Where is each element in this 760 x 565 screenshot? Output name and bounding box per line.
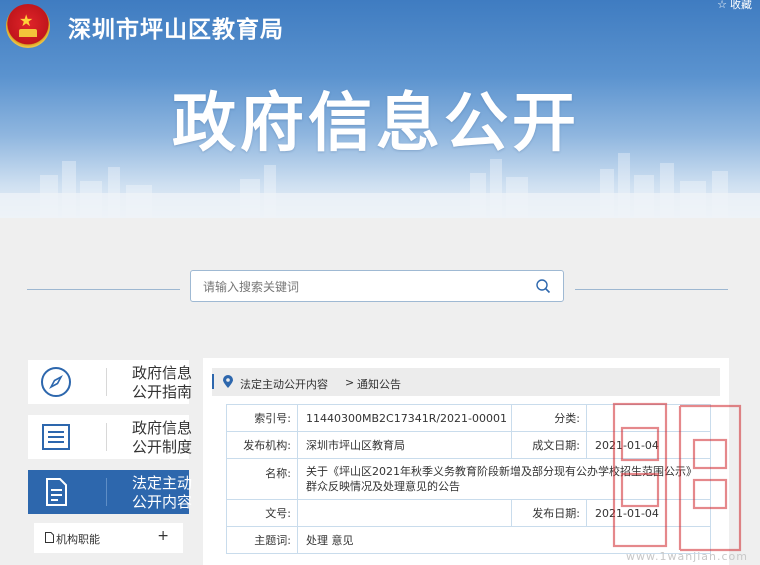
favorite-link[interactable]: ☆ 收藏	[717, 0, 752, 12]
breadcrumb: 法定主动公开内容 > 通知公告	[212, 368, 720, 396]
sidebar-item-label: 法定主动 公开内容	[132, 474, 193, 511]
sidebar-divider	[106, 478, 107, 506]
sidebar-item-label: 政府信息 公开指南	[132, 364, 193, 401]
list-document-icon	[42, 424, 70, 450]
expand-icon[interactable]: +	[157, 528, 169, 544]
search-divider-left	[27, 289, 180, 290]
watermark-logo: www.1wanjian.com	[612, 402, 748, 563]
index-no-value: 11440300MB2C17341R/2021-00001	[297, 404, 512, 432]
sidebar-item-statutory-content[interactable]: 法定主动 公开内容	[28, 470, 193, 514]
breadcrumb-item-statutory-content[interactable]: 法定主动公开内容	[240, 376, 328, 392]
keywords-label: 主题词:	[226, 526, 298, 554]
doc-no-label: 文号:	[226, 499, 298, 527]
site-title[interactable]: 深圳市坪山区教育局	[68, 10, 284, 44]
search-box	[190, 270, 564, 302]
sidebar-divider	[106, 368, 107, 396]
document-icon	[45, 532, 54, 543]
name-label: 名称:	[226, 458, 298, 500]
search-icon[interactable]	[535, 278, 551, 294]
watermark-text: www.1wanjian.com	[626, 550, 748, 563]
breadcrumb-accent-bar	[212, 374, 214, 389]
search-input[interactable]	[201, 277, 525, 297]
breadcrumb-item-notices[interactable]: 通知公告	[357, 376, 401, 392]
sidebar-item-label: 政府信息 公开制度	[132, 419, 193, 456]
compass-icon	[41, 367, 71, 397]
sidebar-item-disclosure-guide[interactable]: 政府信息 公开指南	[28, 360, 193, 404]
sidebar-subitem-label: 机构职能	[56, 533, 100, 546]
sidebar-item-disclosure-system[interactable]: 政府信息 公开制度	[28, 415, 193, 459]
location-pin-icon	[223, 375, 233, 388]
publisher-value: 深圳市坪山区教育局	[297, 431, 512, 459]
index-no-label: 索引号:	[226, 404, 298, 432]
sidebar-subitem-org-functions[interactable]: 机构职能 +	[34, 523, 183, 553]
breadcrumb-separator: >	[345, 376, 355, 389]
publisher-label: 发布机构:	[226, 431, 298, 459]
national-emblem-logo: ★	[6, 4, 50, 48]
document-icon	[46, 478, 67, 506]
doc-no-value	[297, 499, 512, 527]
sidebar-divider	[106, 423, 107, 451]
star-icon: ☆	[717, 0, 727, 11]
header-banner: ★ 深圳市坪山区教育局 ☆ 收藏 政府信息公开	[0, 0, 760, 218]
search-divider-right	[575, 289, 728, 290]
banner-title: 政府信息公开	[172, 87, 580, 161]
